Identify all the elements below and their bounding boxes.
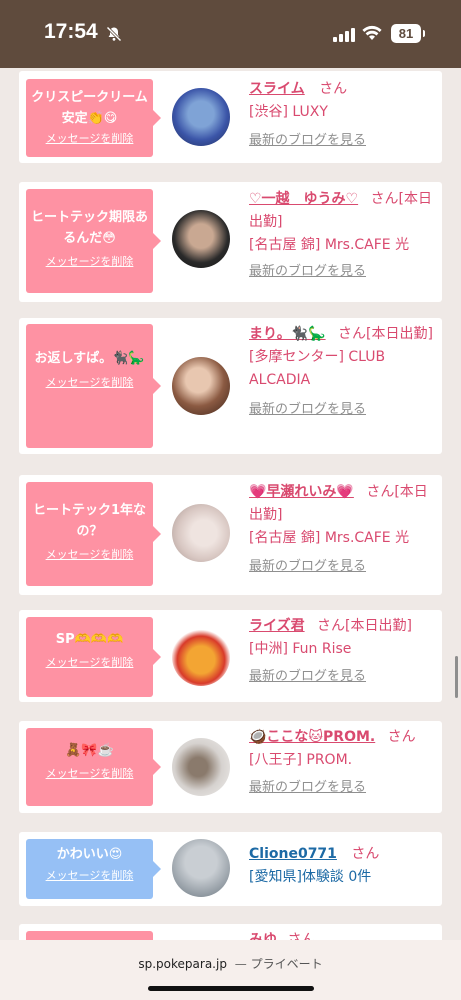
message-bubble: ヒートテック1年なの？ メッセージを削除 [26,482,161,586]
avatar[interactable] [172,738,230,796]
avatar[interactable] [172,210,230,268]
private-mode-label: プライベート [250,957,323,971]
avatar[interactable] [172,628,230,686]
delete-message-link[interactable]: メッセージを削除 [30,766,149,782]
profile-info: 🥥ここな🐱PROM. さん [八王子] PROM. 最新のブログを見る [249,726,434,799]
message-card: ヒートテック期限あるんだ😳 メッセージを削除 ♡一越 ゆうみ♡ さん[本日出勤]… [19,182,442,302]
honorific: さん [351,846,380,862]
shop-name: [中洲] Fun Rise [249,641,352,657]
home-indicator[interactable] [148,986,314,991]
latest-blog-link[interactable]: 最新のブログを見る [249,260,434,283]
message-card: かわいい😍 メッセージを削除 Clione0771 さん [愛知県]体験談 0件 [19,832,442,906]
latest-blog-link[interactable]: 最新のブログを見る [249,665,434,688]
profile-name-link[interactable]: まり。🐈‍⬛🦕 [249,326,326,342]
status-bar: 17:54 81 [0,0,461,68]
browser-url-bar[interactable]: sp.pokepara.jp — プライベート [0,940,461,1000]
message-bubble: お返しすぱ。🐈‍⬛🦕 メッセージを削除 [26,324,161,448]
honorific: さん [387,729,416,745]
avatar[interactable] [172,88,230,146]
profile-name-link[interactable]: 🥥ここな🐱PROM. [249,729,375,745]
message-card: ヒートテック1年なの？ メッセージを削除 💗早瀬れいみ💗 さん[本日出勤] [名… [19,475,442,595]
message-bubble: かわいい😍 メッセージを削除 [26,839,161,899]
latest-blog-link[interactable]: 最新のブログを見る [249,129,434,152]
shop-name: [渋谷] LUXY [249,104,328,120]
wifi-icon [362,25,382,40]
message-card: お返しすぱ。🐈‍⬛🦕 メッセージを削除 まり。🐈‍⬛🦕 さん[本日出勤] [多摩… [19,318,442,454]
url-display[interactable]: sp.pokepara.jp — プライベート [0,955,461,972]
battery-indicator: 81 [391,24,425,43]
delete-message-link[interactable]: メッセージを削除 [30,375,149,391]
bell-slash-icon [106,26,122,42]
profile-name-link[interactable]: みゆ [249,932,277,940]
shop-name: [八王子] PROM. [249,752,353,768]
latest-blog-link[interactable]: 最新のブログを見る [249,555,434,578]
profile-info: Clione0771 さん [愛知県]体験談 0件 [249,843,434,889]
message-text: SP🫶🫶🫶 [55,632,124,647]
message-text: 🧸🎀☕️ [65,743,114,758]
status-time: 17:54 [44,20,98,43]
honorific: さん[本日出勤] [338,326,433,342]
message-card: 🧸🎀☕️ メッセージを削除 🥥ここな🐱PROM. さん [八王子] PROM. … [19,721,442,813]
shop-name: [名古屋 錦] Mrs.CAFE 光 [249,530,410,546]
avatar[interactable] [172,839,230,897]
message-bubble: クリスピークリーム安定👏😋 メッセージを削除 [26,79,161,157]
message-card: みゆ さん [19,924,442,940]
message-bubble: 🧸🎀☕️ メッセージを削除 [26,728,161,806]
avatar[interactable] [172,357,230,415]
profile-info: スライム さん [渋谷] LUXY 最新のブログを見る [249,78,434,152]
honorific: さん[本日出勤] [317,618,412,634]
message-bubble: SP🫶🫶🫶 メッセージを削除 [26,617,161,697]
signal-icon [333,28,355,42]
honorific: さん [287,932,316,940]
shop-name: [名古屋 錦] Mrs.CAFE 光 [249,237,410,253]
message-card: クリスピークリーム安定👏😋 メッセージを削除 スライム さん [渋谷] LUXY… [19,71,442,163]
message-card: SP🫶🫶🫶 メッセージを削除 ライズ君 さん[本日出勤] [中洲] Fun Ri… [19,610,442,702]
profile-info: ♡一越 ゆうみ♡ さん[本日出勤] [名古屋 錦] Mrs.CAFE 光 最新の… [249,188,434,283]
shop-name: [愛知県]体験談 0件 [249,869,372,885]
profile-info: 💗早瀬れいみ💗 さん[本日出勤] [名古屋 錦] Mrs.CAFE 光 最新のブ… [249,481,434,578]
profile-name-link[interactable]: 💗早瀬れいみ💗 [249,484,354,500]
latest-blog-link[interactable]: 最新のブログを見る [249,398,434,421]
shop-name: [多摩センター] CLUB ALCADIA [249,349,386,388]
message-text: ヒートテック1年なの？ [32,503,147,539]
honorific: さん [319,81,348,97]
message-feed[interactable]: クリスピークリーム安定👏😋 メッセージを削除 スライム さん [渋谷] LUXY… [0,68,461,940]
delete-message-link[interactable]: メッセージを削除 [30,131,149,147]
avatar[interactable] [172,504,230,562]
message-text: お返しすぱ。🐈‍⬛🦕 [34,351,145,366]
message-text: ヒートテック期限あるんだ😳 [30,210,148,246]
profile-name-link[interactable]: スライム [249,81,305,97]
delete-message-link[interactable]: メッセージを削除 [30,254,149,270]
message-text: クリスピークリーム安定👏😋 [31,90,148,126]
delete-message-link[interactable]: メッセージを削除 [30,868,149,884]
profile-info: みゆ さん [249,929,434,940]
message-text: かわいい😍 [56,847,123,862]
delete-message-link[interactable]: メッセージを削除 [30,655,149,671]
message-bubble [26,931,153,940]
scrollbar-thumb[interactable] [455,656,458,698]
url-domain: sp.pokepara.jp [138,957,227,971]
profile-info: まり。🐈‍⬛🦕 さん[本日出勤] [多摩センター] CLUB ALCADIA 最… [249,323,434,421]
profile-name-link[interactable]: ♡一越 ゆうみ♡ [249,191,358,207]
url-separator: — [234,957,247,971]
latest-blog-link[interactable]: 最新のブログを見る [249,776,434,799]
delete-message-link[interactable]: メッセージを削除 [30,547,149,563]
profile-info: ライズ君 さん[本日出勤] [中洲] Fun Rise 最新のブログを見る [249,615,434,688]
profile-name-link[interactable]: Clione0771 [249,846,337,862]
message-bubble: ヒートテック期限あるんだ😳 メッセージを削除 [26,189,161,293]
profile-name-link[interactable]: ライズ君 [249,618,305,634]
